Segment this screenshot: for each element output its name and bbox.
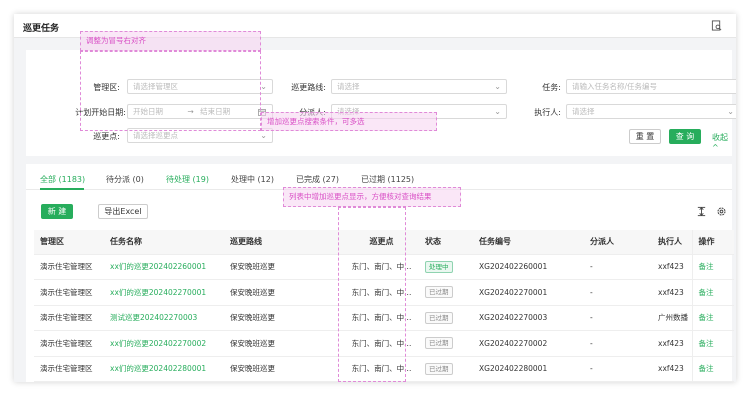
status-cell: 已过期 <box>419 356 473 382</box>
chevron-down-icon: ⌄ <box>260 131 267 140</box>
task-name-link[interactable]: 测试巡更202402270003 <box>104 305 224 331</box>
col-area: 管理区 <box>34 230 104 255</box>
remark-link[interactable]: 备注 <box>691 305 734 331</box>
assigner-cell: - <box>584 356 652 382</box>
status-cell: 已过期 <box>419 330 473 357</box>
status-badge: 已过期 <box>425 311 453 324</box>
route-label: 巡更路线: <box>291 83 326 92</box>
tab-pending[interactable]: 待处理 (19) <box>166 174 209 185</box>
annotation-point-column-region <box>338 207 406 382</box>
status-badge: 处理中 <box>425 260 453 273</box>
task-code-cell: XG202402270003 <box>473 305 584 331</box>
page: 巡更任务 管理区: 请选择管理区 ⌄ 巡更路线: 请选择 ⌄ 任务: 请输入任务… <box>0 0 750 396</box>
route-cell: 保安晚班巡更 <box>224 356 344 382</box>
task-code-cell: XG202402280001 <box>473 356 584 382</box>
area-cell: 演示住宅管理区 <box>34 330 104 357</box>
route-cell: 保安晚班巡更 <box>224 330 344 357</box>
status-cell: 处理中 <box>419 254 473 280</box>
status-cell: 已过期 <box>419 305 473 331</box>
route-cell: 保安晚班巡更 <box>224 254 344 280</box>
column-height-icon[interactable] <box>696 206 707 217</box>
annotation-colon-align: 调整为冒号右对齐 <box>80 31 261 51</box>
task-code-cell: XG202402270001 <box>473 279 584 306</box>
area-cell: 演示住宅管理区 <box>34 279 104 306</box>
status-badge: 已过期 <box>425 337 453 350</box>
new-task-button[interactable]: 新 建 <box>41 204 73 219</box>
status-badge: 已过期 <box>425 362 453 375</box>
area-cell: 演示住宅管理区 <box>34 254 104 280</box>
chevron-down-icon: ⌄ <box>727 107 734 116</box>
col-task-code: 任务编号 <box>473 230 584 255</box>
route-cell: 保安晚班巡更 <box>224 279 344 306</box>
collapse-toggle[interactable]: 收起 ^ <box>712 132 732 152</box>
app-window: 巡更任务 管理区: 请选择管理区 ⌄ 巡更路线: 请选择 ⌄ 任务: 请输入任务… <box>14 14 736 382</box>
area-cell: 演示住宅管理区 <box>34 356 104 382</box>
tab-completed[interactable]: 已完成 (27) <box>296 174 339 185</box>
annotation-add-column: 列表中增加巡更点显示，方便核对查询结果 <box>283 187 461 207</box>
remark-link[interactable]: 备注 <box>691 330 734 357</box>
query-button[interactable]: 查 询 <box>669 129 701 144</box>
executor-cell: xxf423 <box>652 254 692 280</box>
route-cell: 保安晚班巡更 <box>224 305 344 331</box>
tab-expired[interactable]: 已过期 (1125) <box>361 174 414 185</box>
route-placeholder: 请选择 <box>337 82 360 91</box>
col-assigner: 分派人 <box>584 230 652 255</box>
settings-icon[interactable] <box>716 206 727 217</box>
status-cell: 已过期 <box>419 279 473 306</box>
task-code-cell: XG202402260001 <box>473 254 584 280</box>
executor-cell: xxf423 <box>652 279 692 306</box>
reset-button[interactable]: 重 置 <box>629 129 661 144</box>
assigner-cell: - <box>584 305 652 331</box>
route-select[interactable]: 请选择 ⌄ <box>331 79 507 94</box>
annotation-add-filter: 增加巡更点搜索条件，可多选 <box>261 112 437 131</box>
executor-cell: xxf423 <box>652 330 692 357</box>
chevron-down-icon: ⌄ <box>494 82 501 91</box>
col-status: 状态 <box>419 230 473 255</box>
assigner-cell: - <box>584 254 652 280</box>
assigner-cell: - <box>584 330 652 357</box>
remark-link[interactable]: 备注 <box>691 254 734 280</box>
col-executor: 执行人 <box>652 230 692 255</box>
remark-link[interactable]: 备注 <box>691 356 734 382</box>
task-name-link[interactable]: xx们的巡更202402270001 <box>104 279 224 306</box>
status-badge: 已过期 <box>425 286 453 299</box>
export-excel-button[interactable]: 导出Excel <box>98 204 148 219</box>
executor-select[interactable]: 请选择 ⌄ <box>566 104 736 119</box>
chevron-down-icon: ⌄ <box>494 107 501 116</box>
col-operation: 操作 <box>691 230 734 255</box>
task-input[interactable]: 请输入任务名称/任务编号 <box>566 79 736 94</box>
point-placeholder: 请选择巡更点 <box>133 131 178 140</box>
page-title: 巡更任务 <box>23 24 60 34</box>
executor-label: 执行人: <box>534 108 561 117</box>
executor-placeholder: 请选择 <box>572 107 595 116</box>
task-name-link[interactable]: xx们的巡更202402260001 <box>104 254 224 280</box>
point-label: 巡更点: <box>93 132 120 141</box>
task-name-link[interactable]: xx们的巡更202402270002 <box>104 330 224 357</box>
task-label: 任务: <box>542 83 561 92</box>
report-icon[interactable] <box>711 20 722 31</box>
area-cell: 演示住宅管理区 <box>34 305 104 331</box>
tab-all[interactable]: 全部 (1183) <box>40 174 85 185</box>
task-code-cell: XG202402270002 <box>473 330 584 357</box>
active-tab-indicator <box>40 188 84 190</box>
annotation-colon-align-region <box>80 51 261 131</box>
col-route: 巡更路线 <box>224 230 344 255</box>
col-task-name: 任务名称 <box>104 230 224 255</box>
task-name-link[interactable]: xx们的巡更202402280001 <box>104 356 224 382</box>
assigner-cell: - <box>584 279 652 306</box>
task-placeholder: 请输入任务名称/任务编号 <box>572 82 658 91</box>
executor-cell: xxf423 <box>652 356 692 382</box>
tab-processing[interactable]: 处理中 (12) <box>231 174 274 185</box>
remark-link[interactable]: 备注 <box>691 279 734 306</box>
tab-pending-assign[interactable]: 待分派 (0) <box>106 174 144 185</box>
executor-cell: 广州数播 <box>652 305 692 331</box>
